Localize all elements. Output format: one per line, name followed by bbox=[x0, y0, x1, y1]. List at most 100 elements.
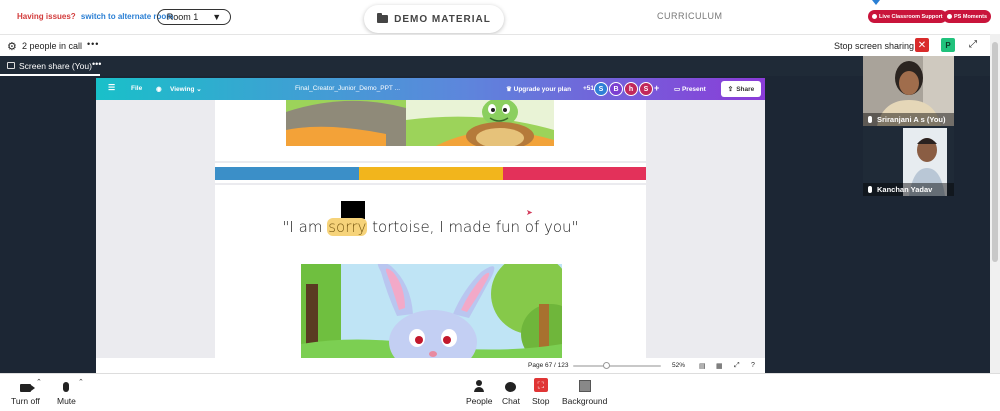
demo-material-button[interactable]: DEMO MATERIAL bbox=[364, 5, 504, 33]
call-more-button[interactable]: ••• bbox=[87, 39, 99, 49]
mic-options-chevron-icon[interactable]: ⌃ bbox=[78, 378, 84, 386]
grid-view-icon[interactable]: ▦ bbox=[716, 362, 723, 370]
document-title[interactable]: Final_Creator_Junior_Demo_PPT ... bbox=[295, 85, 400, 92]
viewing-mode[interactable]: Viewing ⌄ bbox=[170, 85, 202, 93]
page-scrollbar[interactable] bbox=[990, 34, 1000, 373]
chat-icon bbox=[505, 382, 517, 392]
stop-label: Stop bbox=[532, 396, 550, 406]
collaborator-avatar[interactable]: S bbox=[639, 82, 653, 96]
notes-icon[interactable]: ▤ bbox=[699, 362, 706, 370]
blue-stripe bbox=[215, 167, 359, 180]
ps-moments-icon bbox=[947, 14, 952, 19]
mic-icon bbox=[868, 186, 872, 193]
people-count: 2 people in call bbox=[22, 41, 83, 51]
slide-current[interactable]: ➤ "I am sorry tortoise, I made fun of yo… bbox=[215, 185, 646, 358]
canva-toolbar: ☰ File ◉ Viewing ⌄ Final_Creator_Junior_… bbox=[96, 78, 765, 100]
background-button[interactable]: Background bbox=[562, 378, 607, 406]
presentation-footer: Page 67 / 123 52% ▤ ▦ ⤢ ? bbox=[96, 358, 765, 373]
tortoise-illustration bbox=[286, 100, 554, 146]
participant-avatar[interactable]: P bbox=[941, 38, 955, 52]
background-icon bbox=[578, 380, 591, 392]
page-indicator: Page 67 / 123 bbox=[528, 362, 569, 369]
mic-icon bbox=[868, 116, 872, 123]
share-label: Share bbox=[736, 85, 755, 93]
camera-toggle-label: Turn off bbox=[11, 396, 40, 406]
gear-icon[interactable]: ⚙ bbox=[7, 40, 17, 53]
live-support-label: Live Classroom Support bbox=[879, 13, 943, 20]
quote-end: tortoise, I made fun of you" bbox=[367, 218, 579, 236]
slides-canvas[interactable]: ➤ "I am sorry tortoise, I made fun of yo… bbox=[96, 100, 765, 358]
eye-icon: ◉ bbox=[156, 86, 162, 93]
remote-cursor-icon: ➤ bbox=[526, 208, 533, 217]
camera-icon bbox=[19, 384, 35, 392]
room-select-value: Room 1 bbox=[166, 12, 199, 22]
participant-name: Sriranjani A s (You) bbox=[877, 115, 946, 124]
call-controls: Turn off ⌃ Mute ⌃ People Chat ⛶ Stop Bac… bbox=[0, 373, 1000, 411]
extra-collaborators-count[interactable]: +51 bbox=[583, 85, 594, 92]
slide-quote: "I am sorry tortoise, I made fun of you" bbox=[215, 218, 646, 236]
zoom-slider-handle[interactable] bbox=[603, 362, 610, 369]
shared-presentation-window: ☰ File ◉ Viewing ⌄ Final_Creator_Junior_… bbox=[96, 78, 765, 373]
demo-material-label: DEMO MATERIAL bbox=[394, 13, 491, 25]
camera-options-chevron-icon[interactable]: ⌃ bbox=[36, 378, 42, 386]
screen-share-tab[interactable]: Screen share (You) ••• bbox=[0, 56, 990, 76]
zoom-value[interactable]: 52% bbox=[672, 362, 685, 369]
ps-moments-button[interactable]: PS Moments bbox=[943, 10, 992, 23]
top-bar: Having issues? switch to alternate room … bbox=[0, 0, 1000, 34]
fullscreen-icon[interactable]: ⤢ bbox=[734, 362, 740, 370]
slide-previous[interactable] bbox=[215, 100, 646, 161]
slide-color-stripes[interactable] bbox=[215, 163, 646, 183]
room-select[interactable]: Room 1 ▼ bbox=[157, 9, 231, 25]
add-collaborator-icon[interactable]: + bbox=[654, 83, 659, 93]
rabbit-illustration bbox=[301, 264, 562, 358]
upgrade-label: Upgrade your plan bbox=[513, 86, 572, 93]
share-tab-more-button[interactable]: ••• bbox=[92, 59, 101, 69]
viewing-label: Viewing bbox=[170, 86, 195, 93]
monitor-icon bbox=[7, 62, 15, 69]
file-menu[interactable]: File bbox=[131, 85, 142, 92]
pink-stripe bbox=[503, 167, 646, 180]
share-icon: ⇪ bbox=[727, 86, 734, 93]
fullscreen-icon[interactable]: ⤢ bbox=[969, 39, 977, 50]
quote-highlight: sorry bbox=[327, 218, 368, 236]
share-button[interactable]: ⇪ Share bbox=[721, 81, 761, 97]
collaborator-avatar[interactable]: S bbox=[594, 82, 608, 96]
present-button[interactable]: ▭ Present bbox=[674, 85, 706, 93]
hamburger-menu-icon[interactable]: ☰ bbox=[108, 83, 115, 92]
ps-moments-label: PS Moments bbox=[954, 13, 988, 20]
screen-share-tab-label: Screen share (You) bbox=[19, 61, 92, 71]
participant-tile[interactable]: Kanchan Yadav bbox=[863, 126, 954, 196]
support-icon bbox=[872, 14, 877, 19]
stop-sharing-close-icon[interactable]: ✕ bbox=[915, 38, 929, 52]
microphone-icon bbox=[63, 382, 70, 392]
help-icon[interactable]: ? bbox=[751, 362, 755, 369]
call-header: ⚙ 2 people in call ••• Stop screen shari… bbox=[0, 34, 990, 56]
caret-down-icon: ▼ bbox=[212, 12, 222, 22]
scrollbar-thumb[interactable] bbox=[992, 42, 998, 262]
background-label: Background bbox=[562, 396, 608, 406]
chat-button[interactable]: Chat bbox=[502, 378, 520, 406]
live-support-button[interactable]: Live Classroom Support bbox=[868, 10, 947, 23]
people-icon bbox=[474, 380, 485, 392]
present-label: Present bbox=[681, 86, 706, 93]
collaborator-avatar[interactable]: h bbox=[624, 82, 638, 96]
zoom-slider[interactable] bbox=[573, 365, 661, 367]
stop-share-button[interactable]: ⛶ Stop bbox=[532, 378, 550, 406]
mute-label: Mute bbox=[57, 396, 76, 406]
stop-sharing-label[interactable]: Stop screen sharing bbox=[834, 41, 914, 51]
collaborator-avatar[interactable]: B bbox=[609, 82, 623, 96]
participant-name-bar: Kanchan Yadav bbox=[863, 183, 954, 196]
issues-text: Having issues? bbox=[17, 12, 76, 21]
curriculum-tab[interactable]: CURRICULUM bbox=[657, 11, 723, 21]
upgrade-plan-button[interactable]: ♛ Upgrade your plan bbox=[506, 85, 571, 93]
participant-name: Kanchan Yadav bbox=[877, 185, 933, 194]
folder-icon bbox=[377, 13, 389, 23]
participant-tile[interactable]: Sriranjani A s (You) bbox=[863, 56, 954, 126]
participant-name-bar: Sriranjani A s (You) bbox=[863, 113, 954, 126]
quote-start: "I am bbox=[282, 218, 328, 236]
stop-share-icon: ⛶ bbox=[533, 378, 548, 392]
people-button[interactable]: People bbox=[466, 378, 492, 406]
yellow-stripe bbox=[359, 167, 503, 180]
people-label: People bbox=[466, 396, 493, 406]
mute-button[interactable]: Mute bbox=[57, 378, 76, 406]
